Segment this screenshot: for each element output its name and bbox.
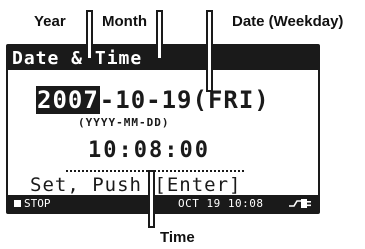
month-day-weekday-field[interactable]: -10-19(FRI) bbox=[100, 86, 270, 114]
dotted-divider bbox=[66, 170, 244, 172]
transport-status: STOP bbox=[14, 197, 51, 210]
month-connector bbox=[156, 10, 163, 60]
time-connector bbox=[148, 170, 155, 228]
time-field[interactable]: 10:08:00 bbox=[88, 138, 210, 163]
year-field[interactable]: 2007 bbox=[36, 86, 100, 114]
date-connector bbox=[206, 10, 213, 92]
transport-mode: STOP bbox=[24, 197, 51, 210]
callout-month: Month bbox=[102, 13, 147, 30]
status-clock: OCT 19 10:08 bbox=[178, 197, 264, 210]
stop-square-icon bbox=[14, 200, 21, 207]
date-format-hint: (YYYY-MM-DD) bbox=[78, 116, 170, 129]
date-display: 2007-10-19(FRI) bbox=[36, 86, 270, 114]
ac-plug-icon bbox=[289, 199, 311, 208]
screen-title: Date & Time bbox=[12, 48, 143, 69]
year-connector bbox=[86, 10, 93, 60]
set-prompt: Set, Push [Enter] bbox=[30, 174, 242, 196]
callout-date-weekday: Date (Weekday) bbox=[232, 13, 344, 30]
status-bar: STOP OCT 19 10:08 bbox=[8, 195, 318, 212]
lcd-screen: Date & Time 2007-10-19(FRI) (YYYY-MM-DD)… bbox=[6, 44, 320, 214]
callout-year: Year bbox=[34, 13, 66, 30]
callout-time: Time bbox=[160, 229, 195, 246]
title-bar: Date & Time bbox=[8, 46, 318, 70]
